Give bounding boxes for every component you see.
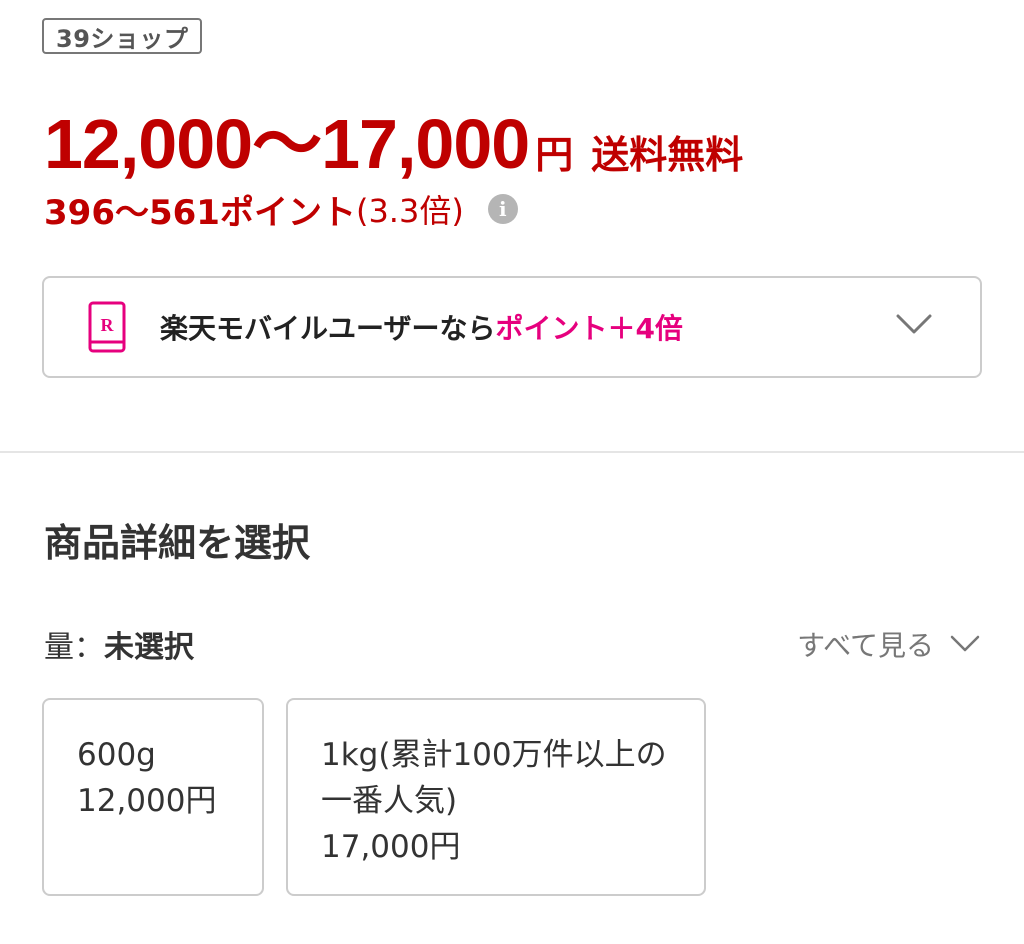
price-row: 12,000〜17,000 円 送料無料 xyxy=(44,88,743,183)
points-multiplier: (3.3倍) xyxy=(355,192,464,230)
points-range: 396〜561ポイント xyxy=(44,192,356,233)
free-shipping-label: 送料無料 xyxy=(591,133,744,177)
variant-price: 17,000円 xyxy=(321,829,461,865)
option-name: 量： xyxy=(44,630,104,665)
price-range: 12,000〜17,000 xyxy=(44,105,530,183)
option-value: 未選択 xyxy=(104,630,194,665)
see-all-label: すべて見る xyxy=(797,629,934,662)
promo-text: 楽天モバイルユーザーなら xyxy=(160,312,496,345)
option-header: 量：未選択 すべて見る xyxy=(44,622,980,666)
rakuten-mobile-promo[interactable]: R 楽天モバイルユーザーなら ポイント＋4倍 xyxy=(42,276,982,378)
mobile-icon-letter: R xyxy=(101,315,115,335)
variant-option-600g[interactable]: 600g 12,000円 xyxy=(42,698,264,896)
variant-option-1kg[interactable]: 1kg(累計100万件以上の一番人気) 17,000円 xyxy=(286,698,706,896)
see-all-button[interactable]: すべて見る xyxy=(797,624,980,664)
price-currency: 円 xyxy=(535,133,574,177)
section-divider xyxy=(0,451,1024,453)
points-row: 396〜561ポイント (3.3倍) i xyxy=(44,184,518,234)
chevron-down-icon xyxy=(896,314,932,334)
chevron-down-icon xyxy=(950,635,980,652)
info-icon[interactable]: i xyxy=(487,194,518,224)
variant-name: 600g xyxy=(77,737,156,773)
shop-badge: 39ショップ xyxy=(42,18,203,54)
select-details-title: 商品詳細を選択 xyxy=(44,521,311,565)
promo-highlight: ポイント＋4倍 xyxy=(495,312,683,345)
variant-price: 12,000円 xyxy=(77,783,217,819)
mobile-phone-icon: R xyxy=(88,301,126,353)
variant-name: 1kg(累計100万件以上の一番人気) xyxy=(321,737,667,819)
option-label: 量：未選択 xyxy=(44,622,194,666)
